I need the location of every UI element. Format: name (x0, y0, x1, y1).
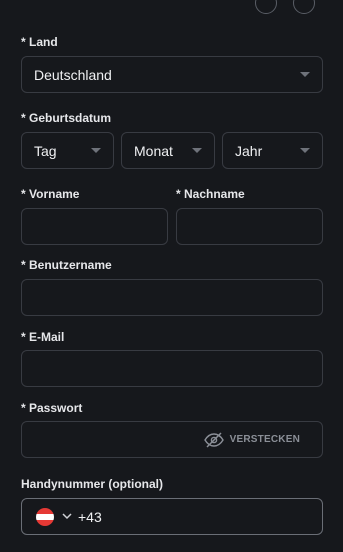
country-select[interactable]: Deutschland (21, 56, 323, 93)
last-name-label: * Nachname (176, 187, 245, 201)
password-visibility-toggle[interactable]: VERSTECKEN (203, 431, 300, 448)
password-label: * Passwort (21, 401, 83, 415)
caret-down-icon (300, 72, 310, 77)
caret-down-icon (300, 148, 310, 153)
year-select[interactable]: Jahr (222, 132, 323, 169)
caret-down-icon (91, 148, 101, 153)
day-value: Tag (34, 142, 57, 159)
username-label: * Benutzername (21, 258, 112, 272)
last-name-input[interactable] (176, 208, 323, 245)
circle-icon[interactable] (293, 0, 315, 14)
email-label: * E-Mail (21, 330, 65, 344)
phone-label: Handynummer (optional) (21, 477, 164, 491)
austria-flag-icon[interactable] (36, 507, 54, 526)
day-select[interactable]: Tag (21, 132, 114, 169)
country-value: Deutschland (34, 66, 112, 83)
first-name-label: * Vorname (21, 187, 80, 201)
month-select[interactable]: Monat (121, 132, 215, 169)
eye-slash-icon (203, 431, 224, 448)
username-input[interactable] (21, 279, 323, 316)
email-input[interactable] (21, 350, 323, 387)
country-label: * Land (21, 35, 58, 49)
phone-prefix: +43 (78, 508, 102, 525)
caret-down-icon (192, 148, 202, 153)
password-toggle-label: VERSTECKEN (229, 434, 300, 445)
first-name-input[interactable] (21, 208, 168, 245)
top-icons (255, 0, 315, 14)
birthdate-label: * Geburtsdatum (21, 111, 112, 125)
circle-icon[interactable] (255, 0, 277, 14)
phone-input[interactable]: +43 (21, 498, 323, 535)
password-input[interactable]: VERSTECKEN (21, 421, 323, 458)
month-value: Monat (134, 142, 173, 159)
year-value: Jahr (235, 142, 263, 159)
chevron-down-icon[interactable] (62, 513, 72, 520)
